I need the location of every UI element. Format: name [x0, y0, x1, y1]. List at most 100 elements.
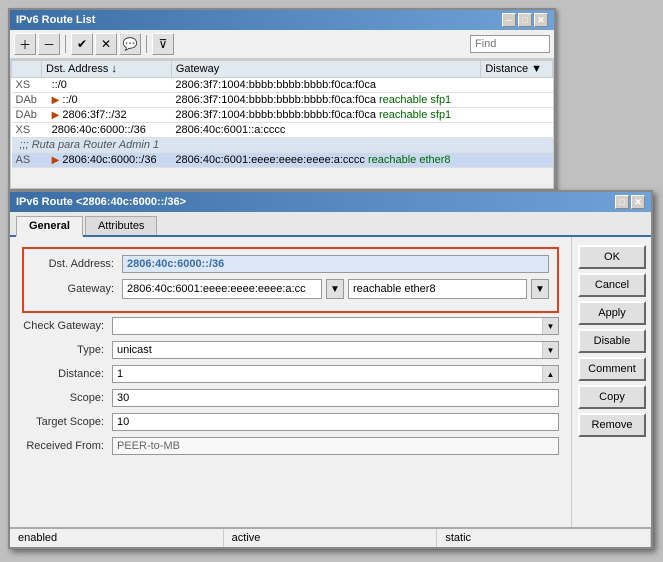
distance-scroll-btn[interactable]: ▲ — [542, 366, 558, 382]
type-input-group: ▼ — [112, 341, 559, 359]
toolbar-separator-1 — [65, 35, 66, 53]
received-from-input[interactable] — [112, 437, 559, 455]
gateway-status-dropdown-btn[interactable]: ▼ — [531, 279, 549, 299]
toolbar: ＋ － ✔ ✕ 💬 ⊽ — [10, 30, 554, 59]
distance-input[interactable] — [113, 366, 542, 382]
scope-input[interactable] — [112, 389, 559, 407]
row-type: XS — [12, 123, 42, 138]
row-dst: ▶ 2806:3f7::/32 — [42, 108, 172, 123]
check-gateway-container: ▼ — [112, 317, 559, 335]
row-dst: ::/0 — [42, 78, 172, 93]
comment-button[interactable]: 💬 — [119, 33, 141, 55]
received-from-row: Received From: — [22, 437, 559, 455]
row-gateway: 2806:40c:6001::a:cccc — [171, 123, 480, 138]
check-gateway-input-group: ▼ — [112, 317, 559, 335]
window-controls: ─ □ ✕ — [502, 13, 548, 27]
target-scope-label: Target Scope: — [22, 416, 112, 428]
col-gateway[interactable]: Gateway — [171, 61, 480, 78]
row-gateway: 2806:3f7:1004:bbbb:bbbb:bbbb:f0ca:f0ca — [171, 78, 480, 93]
type-scroll-btn[interactable]: ▼ — [542, 342, 558, 358]
scope-label: Scope: — [22, 392, 112, 404]
dst-address-label: Dst. Address: — [32, 258, 122, 270]
filter-button[interactable]: ⊽ — [152, 33, 174, 55]
gateway-input[interactable] — [122, 279, 322, 299]
disable-button[interactable]: Disable — [578, 329, 646, 353]
dialog-buttons: OK Cancel Apply Disable Comment Copy Rem… — [571, 237, 651, 527]
status-static: static — [437, 529, 651, 547]
tab-bar: General Attributes — [10, 212, 651, 237]
row-distance — [481, 78, 553, 93]
gateway-dropdown-btn[interactable]: ▼ — [326, 279, 344, 299]
row-gateway: 2806:3f7:1004:bbbb:bbbb:bbbb:f0ca:f0ca r… — [171, 93, 480, 108]
dst-address-row: Dst. Address: — [32, 255, 549, 273]
remove-button[interactable]: － — [38, 33, 60, 55]
copy-button[interactable]: Copy — [578, 385, 646, 409]
table-row[interactable]: AS ▶ 2806:40c:6000::/36 2806:40c:6001:ee… — [12, 153, 553, 168]
row-distance — [481, 108, 553, 123]
enable-button[interactable]: ✔ — [71, 33, 93, 55]
received-from-label: Received From: — [22, 440, 112, 452]
row-type: XS — [12, 78, 42, 93]
row-type: AS — [12, 153, 42, 168]
check-gateway-input[interactable] — [113, 318, 542, 334]
status-bar: enabled active static — [10, 527, 651, 547]
minimize-button[interactable]: ─ — [502, 13, 516, 27]
gateway-label: Gateway: — [32, 283, 122, 295]
row-dst: 2806:40c:6000::/36 — [42, 123, 172, 138]
col-type[interactable] — [12, 61, 42, 78]
type-row: Type: ▼ — [22, 341, 559, 359]
route-dialog: IPv6 Route <2806:40c:6000::/36> □ ✕ Gene… — [8, 190, 653, 549]
tab-attributes[interactable]: Attributes — [85, 216, 157, 235]
main-fields-group: Dst. Address: Gateway: ▼ ▼ — [22, 247, 559, 313]
ok-button[interactable]: OK — [578, 245, 646, 269]
tab-general[interactable]: General — [16, 216, 83, 237]
table-row-header: ;;; Ruta para Router Admin 1 — [12, 138, 553, 153]
route-list-title-bar: IPv6 Route List ─ □ ✕ — [10, 10, 554, 30]
gateway-row: Gateway: ▼ ▼ — [32, 279, 549, 299]
row-type: DAb — [12, 108, 42, 123]
col-distance[interactable]: Distance ▼ — [481, 61, 553, 78]
distance-input-group: ▲ — [112, 365, 559, 383]
gateway-status-input[interactable] — [348, 279, 527, 299]
search-input[interactable] — [470, 35, 550, 53]
type-input[interactable] — [113, 342, 542, 358]
gateway-container: ▼ ▼ — [122, 279, 549, 299]
table-row[interactable]: XS ::/0 2806:3f7:1004:bbbb:bbbb:bbbb:f0c… — [12, 78, 553, 93]
route-table: Dst. Address ↓ Gateway Distance ▼ XS ::/… — [11, 60, 553, 168]
table-row[interactable]: XS 2806:40c:6000::/36 2806:40c:6001::a:c… — [12, 123, 553, 138]
col-dst[interactable]: Dst. Address ↓ — [42, 61, 172, 78]
dialog-content: Dst. Address: Gateway: ▼ ▼ Check Gateway — [10, 237, 651, 527]
check-gateway-row: Check Gateway: ▼ — [22, 317, 559, 335]
scope-row: Scope: — [22, 389, 559, 407]
comment-button[interactable]: Comment — [578, 357, 646, 381]
status-enabled: enabled — [10, 529, 224, 547]
target-scope-input[interactable] — [112, 413, 559, 431]
dialog-title-bar: IPv6 Route <2806:40c:6000::/36> □ ✕ — [10, 192, 651, 212]
row-dst: ▶ ::/0 — [42, 93, 172, 108]
distance-label: Distance: — [22, 368, 112, 380]
table-row[interactable]: DAb ▶ ::/0 2806:3f7:1004:bbbb:bbbb:bbbb:… — [12, 93, 553, 108]
add-button[interactable]: ＋ — [14, 33, 36, 55]
type-label: Type: — [22, 344, 112, 356]
row-type: DAb — [12, 93, 42, 108]
cancel-button[interactable]: Cancel — [578, 273, 646, 297]
row-distance — [481, 93, 553, 108]
maximize-button[interactable]: □ — [518, 13, 532, 27]
remove-button[interactable]: Remove — [578, 413, 646, 437]
dialog-title-text: IPv6 Route <2806:40c:6000::/36> — [16, 196, 186, 208]
dst-address-input[interactable] — [122, 255, 549, 273]
row-dst: ▶ 2806:40c:6000::/36 — [42, 153, 172, 168]
table-row[interactable]: DAb ▶ 2806:3f7::/32 2806:3f7:1004:bbbb:b… — [12, 108, 553, 123]
row-gateway: 2806:40c:6001:eeee:eeee:eeee:a:cccc reac… — [171, 153, 480, 168]
check-gateway-scroll-btn[interactable]: ▼ — [542, 318, 558, 334]
toolbar-separator-2 — [146, 35, 147, 53]
route-list-title: IPv6 Route List — [16, 14, 95, 26]
disable-button[interactable]: ✕ — [95, 33, 117, 55]
dialog-minimize[interactable]: □ — [615, 195, 629, 209]
row-distance — [481, 153, 553, 168]
apply-button[interactable]: Apply — [578, 301, 646, 325]
dialog-close[interactable]: ✕ — [631, 195, 645, 209]
row-gateway: 2806:3f7:1004:bbbb:bbbb:bbbb:f0ca:f0ca r… — [171, 108, 480, 123]
close-button[interactable]: ✕ — [534, 13, 548, 27]
route-table-container: Dst. Address ↓ Gateway Distance ▼ XS ::/… — [10, 59, 554, 189]
